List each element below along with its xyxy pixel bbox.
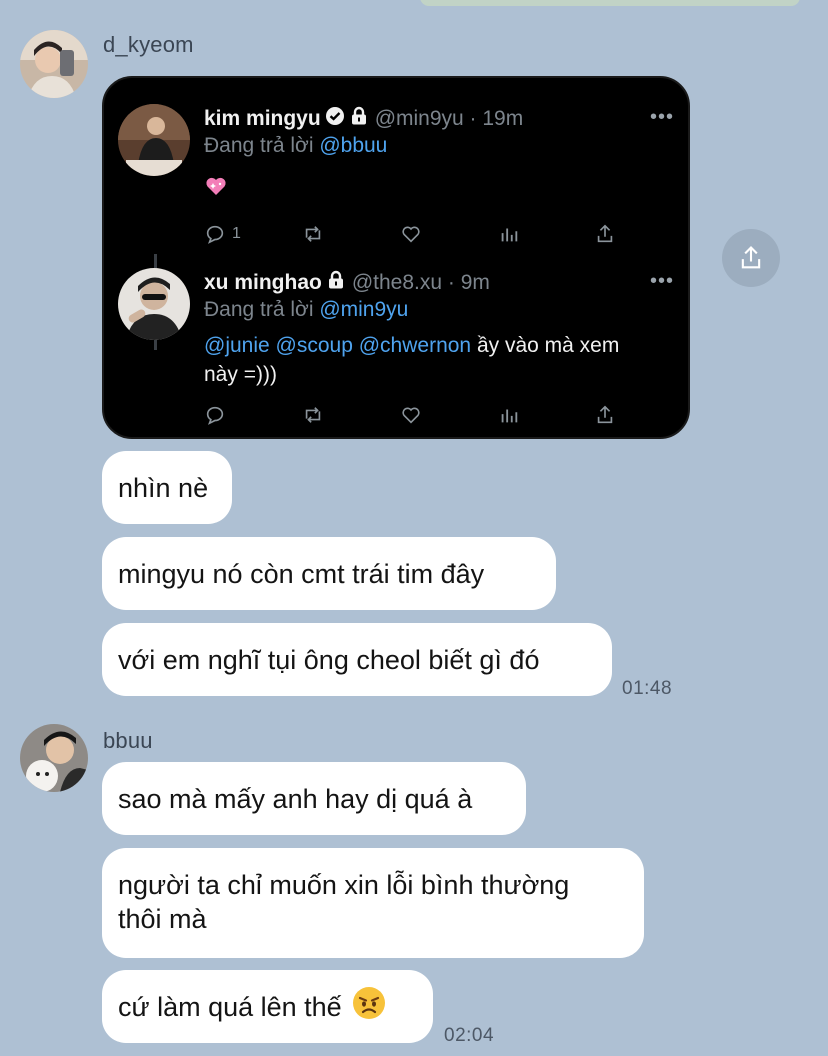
message-text: sao mà mấy anh hay dị quá à — [118, 783, 473, 814]
like-button[interactable] — [400, 221, 422, 247]
tweet-2-text-line-1: ầy vào mà xem — [476, 334, 620, 357]
reply-icon — [206, 406, 224, 425]
message-bubble[interactable]: với em nghĩ tụi ông cheol biết gì đó — [102, 623, 612, 696]
lock-icon — [349, 106, 369, 132]
analytics-icon — [501, 409, 518, 423]
avatar-image — [20, 724, 88, 792]
tweet-avatar-kim-mingyu — [118, 104, 190, 176]
share-icon — [741, 246, 761, 269]
share-message-button[interactable] — [722, 229, 780, 287]
message-timestamp: 02:04 — [444, 1025, 495, 1046]
sparkling-heart-icon — [204, 174, 228, 203]
share-tweet-button[interactable] — [594, 221, 616, 247]
previous-message-edge — [420, 0, 800, 6]
sender-name: d_kyeom — [103, 32, 194, 57]
avatar-bbuu[interactable] — [20, 724, 88, 792]
tweet-1-handle[interactable]: @min9yu · 19m — [375, 107, 524, 131]
analytics-button[interactable] — [498, 221, 520, 247]
avatar-d-kyeom[interactable] — [20, 30, 88, 98]
mention-junie[interactable]: @junie — [204, 334, 270, 357]
angry-face-icon — [352, 986, 386, 1028]
reply-count: 1 — [232, 225, 241, 242]
share-icon — [597, 405, 613, 424]
message-bubble[interactable]: cứ làm quá lên thế — [102, 970, 433, 1043]
mention-chwernon[interactable]: @chwernon — [359, 334, 471, 357]
share-icon — [597, 224, 613, 243]
tweet-2-actions — [204, 402, 624, 428]
mention-scoup[interactable]: @scoup — [276, 334, 353, 357]
message-text: cứ làm quá lên thế — [118, 991, 342, 1022]
lock-icon — [326, 270, 346, 296]
tweet-1-reply-context: Đang trả lời @bbuu — [204, 134, 387, 158]
message-bubble[interactable]: nhìn nè — [102, 451, 232, 524]
message-text: nhìn nè — [118, 472, 209, 503]
reply-icon — [206, 225, 224, 244]
message-text: với em nghĩ tụi ông cheol biết gì đó — [118, 644, 540, 675]
sender-name: bbuu — [103, 728, 153, 753]
reply-mention[interactable]: @min9yu — [319, 298, 408, 321]
retweet-button[interactable] — [302, 402, 324, 428]
tweet-2-more-icon[interactable]: ••• — [650, 270, 674, 293]
like-button[interactable] — [400, 402, 422, 428]
reply-mention[interactable]: @bbuu — [319, 134, 387, 157]
message-text-line-2: thôi mà — [118, 904, 207, 934]
message-bubble[interactable]: mingyu nó còn cmt trái tim đây — [102, 537, 556, 610]
verified-icon — [325, 106, 345, 132]
tweet-2-handle[interactable]: @the8.xu · 9m — [352, 271, 490, 295]
shared-tweet-card[interactable]: kim mingyu @min9yu · 19m ••• Đang trả lờ… — [102, 76, 690, 439]
tweet-2-text-line-2: này =))) — [204, 363, 277, 386]
tweet-2-name[interactable]: xu minghao — [204, 271, 322, 295]
share-tweet-button[interactable] — [594, 402, 616, 428]
retweet-button[interactable] — [302, 221, 324, 247]
reply-button[interactable]: 1 — [204, 221, 241, 247]
message-text-line-1: người ta chỉ muốn xin lỗi bình thường — [118, 870, 570, 900]
retweet-icon — [305, 407, 321, 423]
avatar-image — [20, 30, 88, 98]
tweet-1-more-icon[interactable]: ••• — [650, 106, 674, 129]
tweet-1-actions: 1 — [204, 221, 624, 247]
tweet-1-name[interactable]: kim mingyu — [204, 107, 321, 131]
message-bubble[interactable]: sao mà mấy anh hay dị quá à — [102, 762, 526, 835]
analytics-icon — [501, 228, 518, 242]
tweet-avatar-xu-minghao — [118, 268, 190, 340]
tweet-1-header: kim mingyu @min9yu · 19m — [204, 106, 523, 132]
heart-icon — [402, 407, 420, 424]
message-text: mingyu nó còn cmt trái tim đây — [118, 558, 485, 589]
message-bubble[interactable]: người ta chỉ muốn xin lỗi bình thường th… — [102, 848, 644, 958]
tweet-2-header: xu minghao @the8.xu · 9m — [204, 270, 490, 296]
analytics-button[interactable] — [498, 402, 520, 428]
retweet-icon — [305, 226, 321, 242]
tweet-2-text: @junie @scoup @chwernon ầy vào mà xem nà… — [204, 331, 674, 389]
heart-icon — [402, 226, 420, 243]
reply-prefix: Đang trả lời — [204, 134, 314, 157]
reply-prefix: Đang trả lời — [204, 298, 314, 321]
message-timestamp: 01:48 — [622, 678, 673, 699]
reply-button[interactable] — [204, 402, 226, 428]
tweet-2-reply-context: Đang trả lời @min9yu — [204, 298, 408, 322]
